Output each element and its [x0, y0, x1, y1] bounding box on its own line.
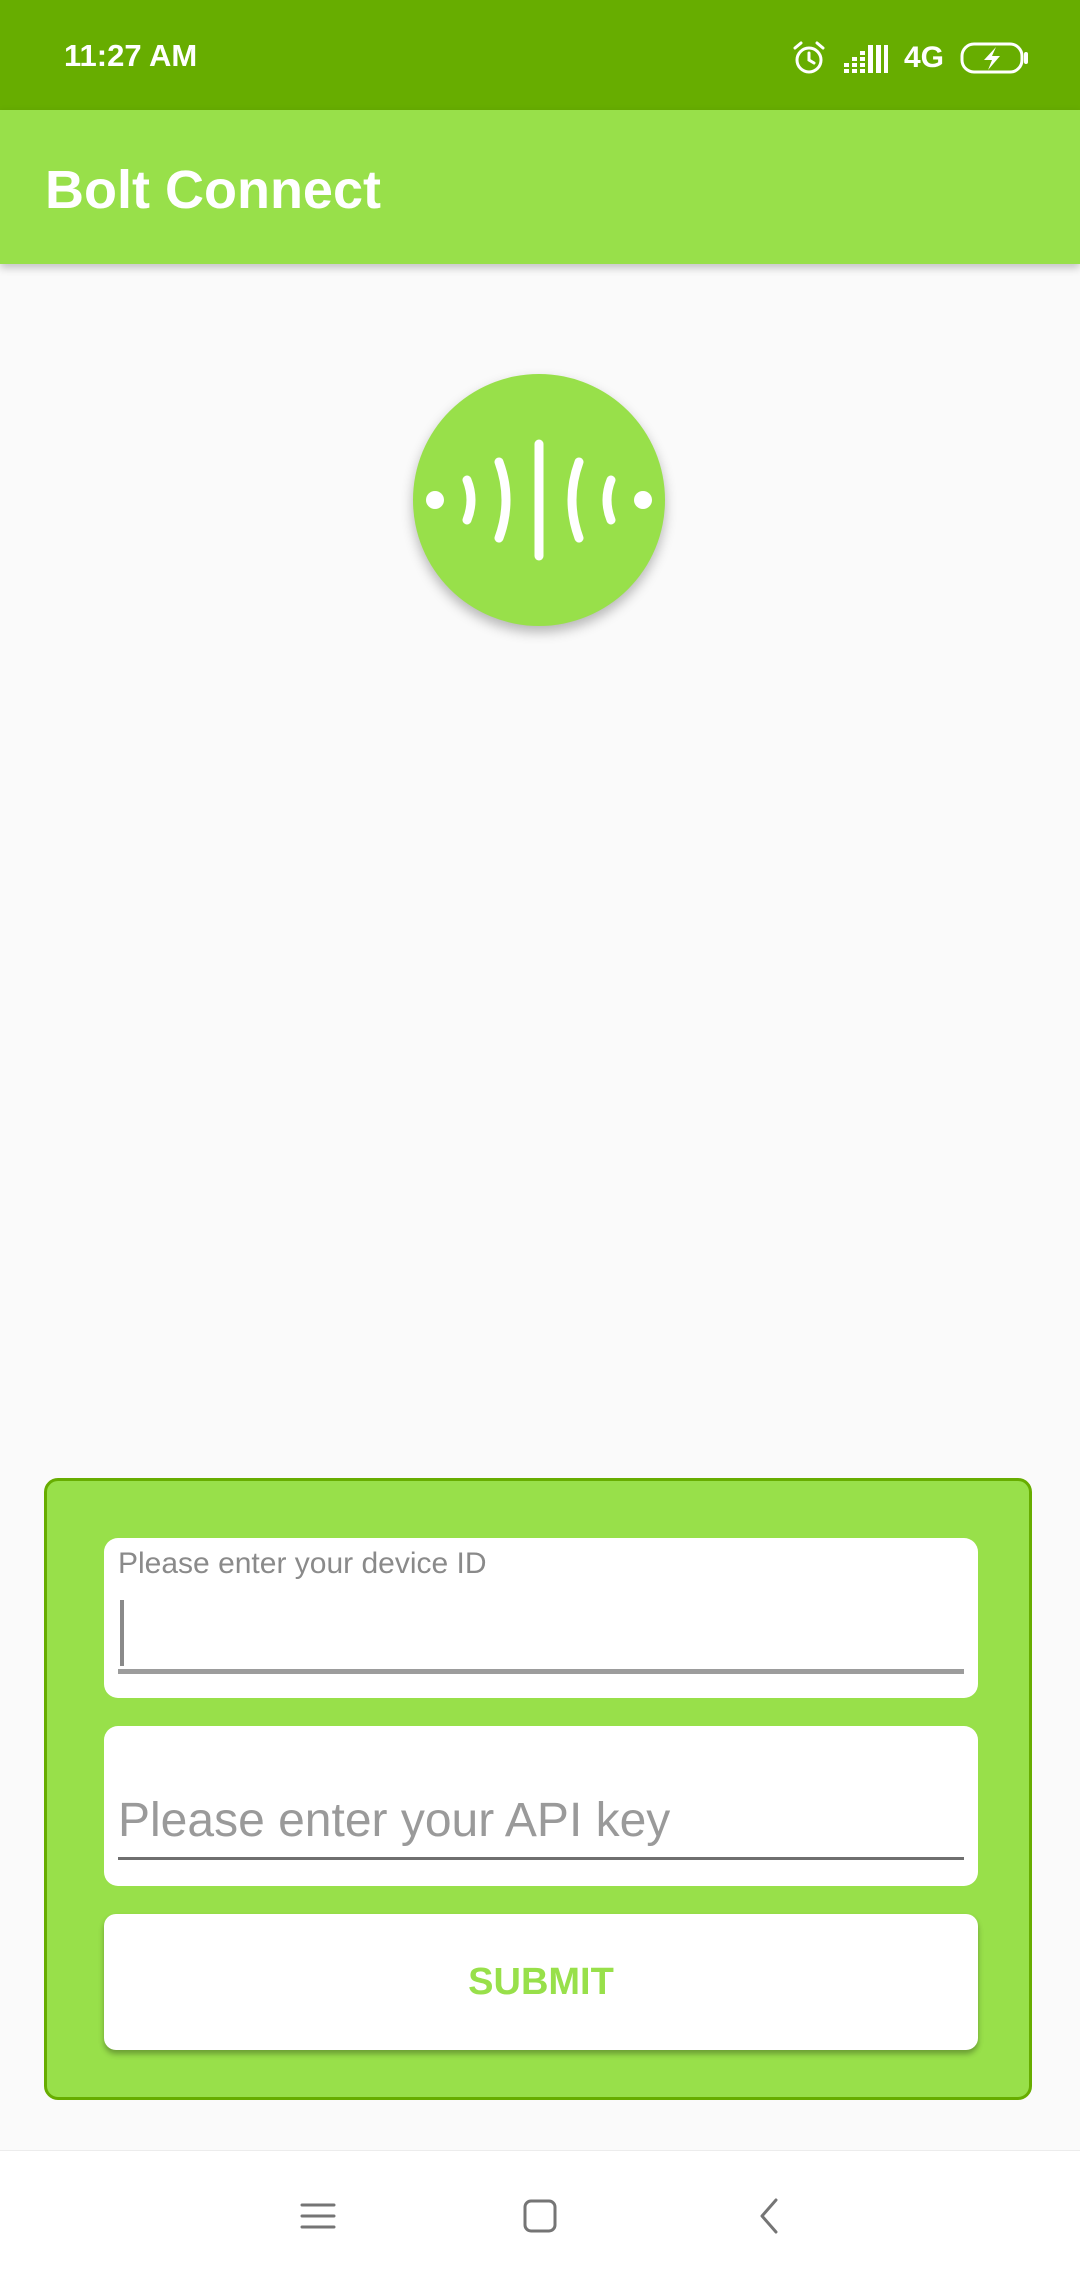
bolt-wave-logo-icon: [413, 374, 665, 626]
system-nav-bar: [0, 2150, 1080, 2281]
submit-button[interactable]: SUBMIT: [104, 1914, 978, 2050]
api-key-underline: [118, 1857, 964, 1860]
app-bar: Bolt Connect: [0, 110, 1080, 264]
device-id-label: Please enter your device ID: [118, 1547, 487, 1580]
api-key-input[interactable]: [118, 1788, 958, 1852]
api-key-field[interactable]: [104, 1726, 978, 1886]
alarm-icon: [790, 39, 828, 77]
menu-icon[interactable]: [278, 2176, 358, 2256]
status-bar: 11:27 AM 4G: [0, 0, 1080, 110]
app-title: Bolt Connect: [45, 160, 381, 220]
battery-charging-icon: [960, 41, 1030, 75]
text-cursor: [120, 1600, 124, 1666]
status-icons: 4G: [790, 30, 1030, 86]
signal-icon: [843, 43, 888, 73]
back-icon[interactable]: [728, 2176, 808, 2256]
credentials-form-card: Please enter your device ID SUBMIT: [44, 1478, 1032, 2100]
device-id-underline: [118, 1669, 964, 1674]
device-id-field[interactable]: Please enter your device ID: [104, 1538, 978, 1698]
network-type-label: 4G: [903, 41, 944, 74]
status-time: 11:27 AM: [64, 38, 198, 73]
home-icon[interactable]: [500, 2176, 580, 2256]
